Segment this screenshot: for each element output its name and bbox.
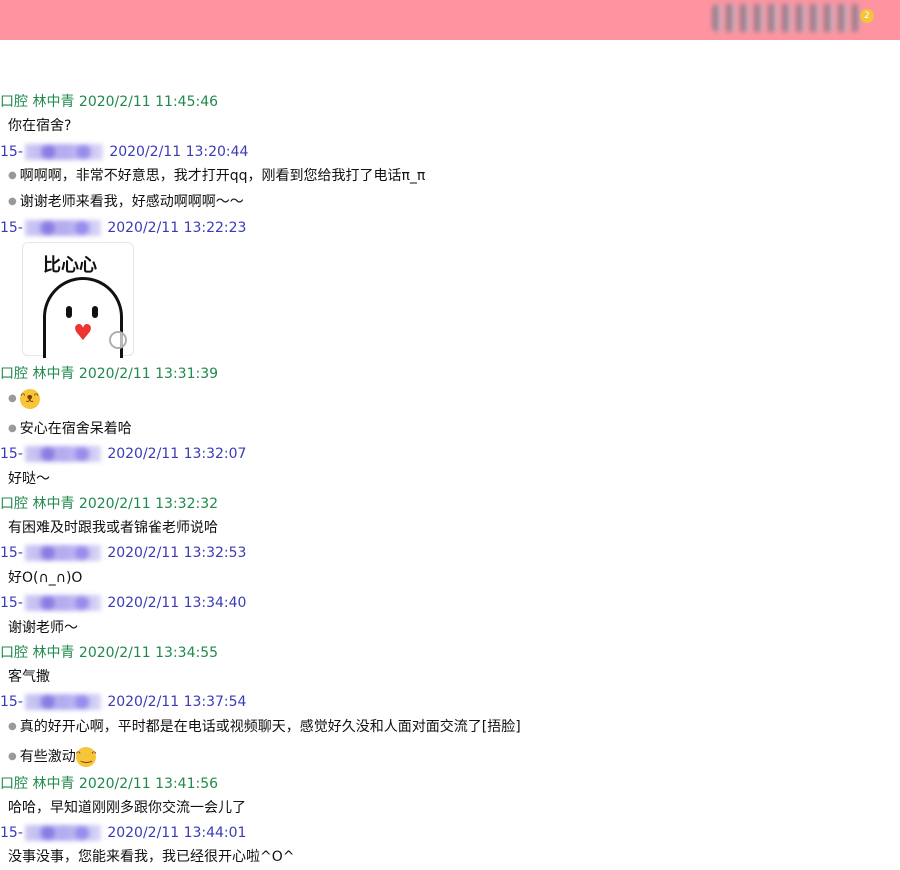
timestamp: 2020/2/11 13:37:54 xyxy=(107,694,247,710)
timestamp: 2020/2/11 13:34:55 xyxy=(78,645,219,661)
bullet-icon: ● xyxy=(8,196,17,207)
message-text: 你在宿舍? xyxy=(8,118,72,134)
message-text: 客气撒 xyxy=(8,669,50,685)
message-text: 哈哈，早知道刚刚多跟你交流一会儿了 xyxy=(8,800,246,816)
message-text: ● 真的好开心啊，平时都是在电话或视频聊天，感觉好久没和人面对面交流了[捂脸] xyxy=(8,719,521,735)
message-text: 没事没事，您能来看我，我已经很开心啦^O^ xyxy=(8,849,295,865)
bullet-icon: ● xyxy=(8,721,17,732)
message-header: 15- 2020/2/11 13:20:44 xyxy=(0,142,248,162)
message-header: 口腔 林中青 2020/2/11 11:45:46 xyxy=(0,92,218,112)
message-header: 口腔 林中青 2020/2/11 13:32:32 xyxy=(0,494,218,514)
sender-id: 15- xyxy=(0,144,23,160)
timestamp: 2020/2/11 13:32:32 xyxy=(78,496,219,512)
sender-name: 口腔 林中青 xyxy=(0,366,75,382)
sender-id: 15- xyxy=(0,545,23,561)
sticker-caption: 比心心 xyxy=(43,255,97,276)
notification-badge: 2 xyxy=(860,9,874,23)
message-header: 15- 2020/2/11 13:44:01 xyxy=(0,823,246,843)
redacted-name xyxy=(24,595,101,611)
sender-id: 15- xyxy=(0,694,23,710)
sender-name: 口腔 林中青 xyxy=(0,496,75,512)
redacted-name xyxy=(24,220,101,236)
message-header: 15- 2020/2/11 13:32:53 xyxy=(0,543,246,563)
heart-icon: ♥ xyxy=(73,321,93,346)
bullet-icon: ● xyxy=(8,751,17,762)
timestamp: 2020/2/11 13:22:23 xyxy=(107,220,247,236)
bullet-icon: ● xyxy=(8,170,17,181)
message-text: 谢谢老师～ xyxy=(8,620,78,636)
message-text: 有困难及时跟我或者锦雀老师说哈 xyxy=(8,520,218,536)
redacted-name xyxy=(24,446,101,462)
timestamp: 2020/2/11 13:32:53 xyxy=(107,545,247,561)
timestamp: 2020/2/11 13:41:56 xyxy=(78,776,219,792)
sender-id: 15- xyxy=(0,220,23,236)
bullet-icon: ● xyxy=(8,423,17,434)
message-header: 口腔 林中青 2020/2/11 13:41:56 xyxy=(0,774,218,794)
sticker-image[interactable]: 比心心 ♥ xyxy=(22,242,134,358)
message-emoji: ● ᵔᴥᵔ xyxy=(8,388,40,410)
message-text: ● 谢谢老师来看我，好感动啊啊啊～～ xyxy=(8,194,244,210)
message-text: 好O(∩_∩)O xyxy=(8,570,83,586)
message-text: 好哒～ xyxy=(8,471,50,487)
laugh-cry-emoji-icon: ᵔ‿ᵔ xyxy=(75,747,97,767)
message-header: 15- 2020/2/11 13:22:23 xyxy=(0,218,246,238)
timestamp: 2020/2/11 13:44:01 xyxy=(107,825,247,841)
message-header: 15- 2020/2/11 13:32:07 xyxy=(0,444,246,464)
zoom-icon[interactable] xyxy=(109,331,127,349)
sender-name: 口腔 林中青 xyxy=(0,645,75,661)
message-header: 口腔 林中青 2020/2/11 13:31:39 xyxy=(0,364,218,384)
message-text: ● 啊啊啊，非常不好意思，我才打开qq，刚看到您给我打了电话π_π xyxy=(8,168,426,184)
redacted-name xyxy=(24,545,101,561)
redacted-username xyxy=(712,4,860,32)
eye-icon xyxy=(66,306,72,318)
timestamp: 2020/2/11 13:34:40 xyxy=(107,595,247,611)
sender-name: 口腔 林中青 xyxy=(0,94,75,110)
message-header: 口腔 林中青 2020/2/11 13:34:55 xyxy=(0,643,218,663)
message-text: ● 有些激动ᵔ‿ᵔ xyxy=(8,747,97,767)
message-text: ● 安心在宿舍呆着哈 xyxy=(8,421,132,437)
timestamp: 2020/2/11 13:20:44 xyxy=(109,144,249,160)
bullet-icon: ● xyxy=(8,393,17,404)
header-bar: 2 xyxy=(0,0,900,40)
redacted-name xyxy=(24,144,103,160)
message-header: 15- 2020/2/11 13:37:54 xyxy=(0,692,246,712)
grin-emoji-icon: ᵔᴥᵔ xyxy=(19,389,40,409)
sender-id: 15- xyxy=(0,825,23,841)
timestamp: 2020/2/11 13:32:07 xyxy=(107,446,247,462)
redacted-name xyxy=(24,694,101,710)
sender-name: 口腔 林中青 xyxy=(0,776,75,792)
eye-icon xyxy=(92,306,98,318)
sender-id: 15- xyxy=(0,446,23,462)
sender-id: 15- xyxy=(0,595,23,611)
message-header: 15- 2020/2/11 13:34:40 xyxy=(0,593,246,613)
timestamp: 2020/2/11 11:45:46 xyxy=(78,94,219,110)
timestamp: 2020/2/11 13:31:39 xyxy=(78,366,219,382)
redacted-name xyxy=(24,825,101,841)
